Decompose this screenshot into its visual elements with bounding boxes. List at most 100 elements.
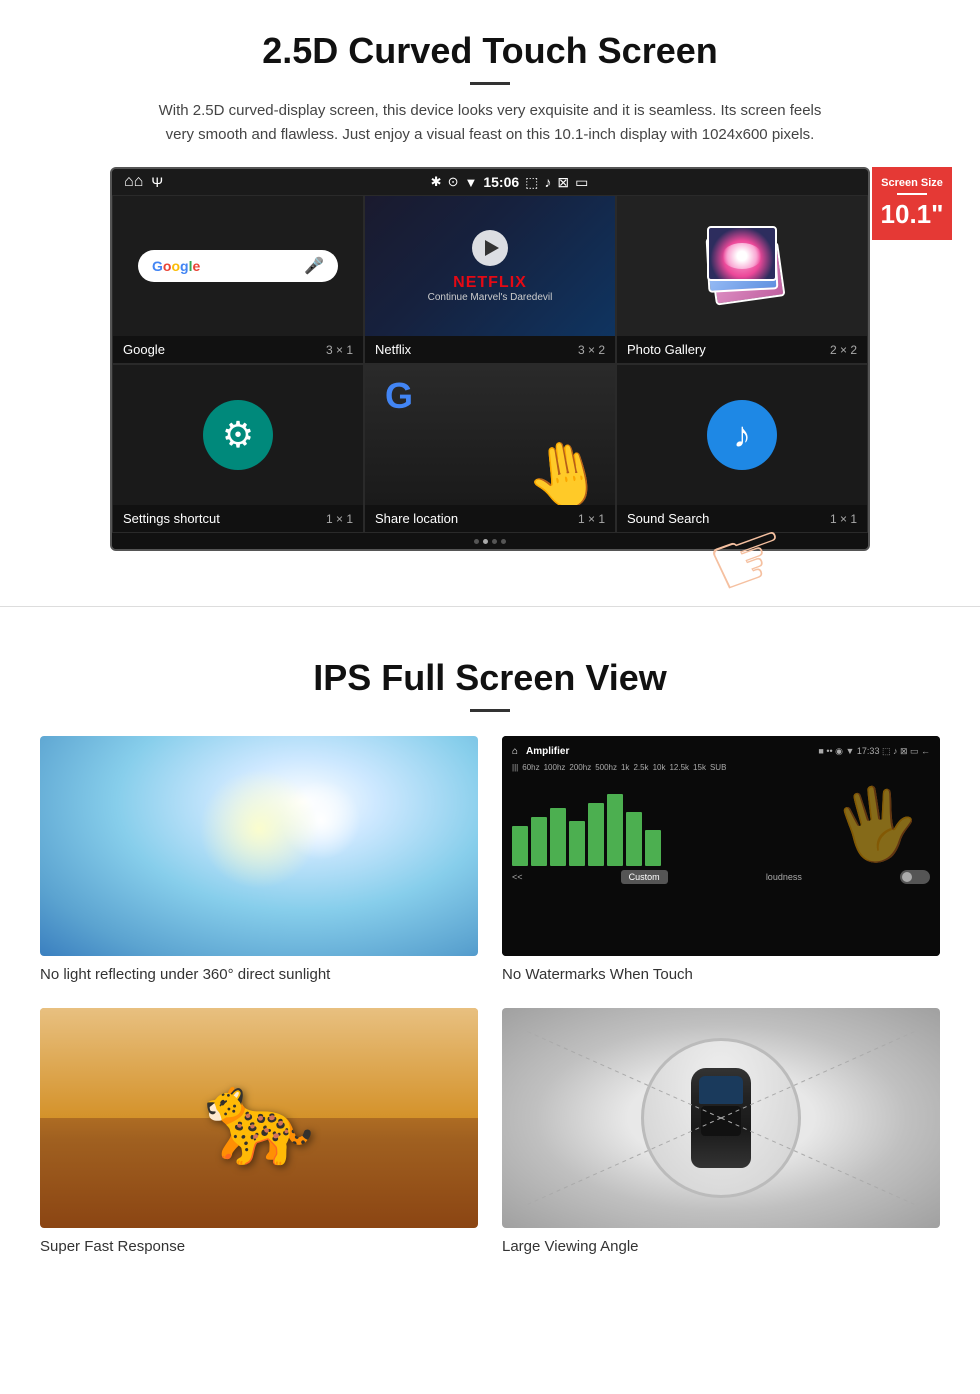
share-location-size: 1 × 1 xyxy=(578,512,605,526)
netflix-brand-text: NETFLIX xyxy=(453,274,527,292)
dot-3 xyxy=(492,539,497,544)
feature-viewing-angle-image xyxy=(502,1008,940,1228)
location-icon: ⊙ xyxy=(448,174,459,190)
feature-sunlight-label: No light reflecting under 360° direct su… xyxy=(40,966,330,983)
photo-flower xyxy=(707,226,777,281)
grid-cell-netflix[interactable]: NETFLIX Continue Marvel's Daredevil Netf… xyxy=(364,195,616,364)
feature-watermarks-image: ⌂ Amplifier ■ •• ◉ ▼ 17:33 ⬚ ♪ ⊠ ▭ ← |||… xyxy=(502,736,940,956)
settings-icon-circle: ⚙ xyxy=(203,400,273,470)
status-time: 15:06 xyxy=(483,174,519,190)
camera-icon: ⬚ xyxy=(525,174,538,191)
screen-size-value: 10.1" xyxy=(881,199,944,229)
section-ips-screen: IPS Full Screen View No light reflecting… xyxy=(0,637,980,1286)
screen-size-label: Screen Size xyxy=(878,177,946,189)
car-body xyxy=(691,1068,751,1168)
dot-4 xyxy=(501,539,506,544)
gallery-name: Photo Gallery xyxy=(627,342,706,357)
usb-icon: Ψ xyxy=(151,174,163,190)
hand-pointer-overlay: ☞ xyxy=(709,506,790,611)
device-frame: ⌂ Ψ ✱ ⊙ ▼ 15:06 ⬚ ♪ ⊠ ▭ xyxy=(110,167,870,551)
pointing-hand-icon: ☞ xyxy=(694,495,806,621)
status-left: ⌂ Ψ xyxy=(124,173,163,191)
google-mic-icon: 🎤 xyxy=(304,256,324,276)
feature-fast-response-label: Super Fast Response xyxy=(40,1238,185,1255)
car-circle xyxy=(641,1038,801,1198)
section2-title: IPS Full Screen View xyxy=(40,657,940,699)
share-location-content: G 🤚 xyxy=(365,365,615,505)
dot-1 xyxy=(474,539,479,544)
car-visual xyxy=(502,1008,940,1228)
sound-search-bg: ♪ xyxy=(617,365,867,505)
netflix-cell-label: Netflix 3 × 2 xyxy=(365,336,615,363)
sunlight-visual xyxy=(40,736,478,956)
gear-icon: ⚙ xyxy=(222,414,254,456)
screen-size-badge: Screen Size 10.1" xyxy=(872,167,952,240)
status-center: ✱ ⊙ ▼ 15:06 ⬚ ♪ ⊠ ▭ xyxy=(431,174,589,191)
window-icon: ▭ xyxy=(575,174,588,191)
settings-cell-content: ⚙ xyxy=(113,365,363,505)
netflix-subtitle-text: Continue Marvel's Daredevil xyxy=(428,292,553,303)
feature-fast-response-image: 🐆 xyxy=(40,1008,478,1228)
settings-name: Settings shortcut xyxy=(123,511,220,526)
share-location-bg: G 🤚 xyxy=(365,365,615,505)
section1-title: 2.5D Curved Touch Screen xyxy=(60,30,920,72)
feature-watermarks-label: No Watermarks When Touch xyxy=(502,966,693,983)
device-wrapper: ⌂ Ψ ✱ ⊙ ▼ 15:06 ⬚ ♪ ⊠ ▭ xyxy=(110,167,870,551)
netflix-name: Netflix xyxy=(375,342,411,357)
close-icon: ⊠ xyxy=(557,174,569,191)
play-triangle xyxy=(485,240,499,256)
grid-cell-google[interactable]: Google 🎤 Google 3 × 1 xyxy=(112,195,364,364)
volume-icon: ♪ xyxy=(544,174,551,190)
share-location-label: Share location 1 × 1 xyxy=(365,505,615,532)
google-logo: Google xyxy=(152,258,200,274)
feature-grid: No light reflecting under 360° direct su… xyxy=(40,736,940,1256)
grid-cell-settings[interactable]: ⚙ Settings shortcut 1 × 1 xyxy=(112,364,364,533)
maps-g-icon: G xyxy=(385,375,413,417)
car-windshield xyxy=(699,1076,743,1104)
netflix-bg: NETFLIX Continue Marvel's Daredevil xyxy=(365,196,615,336)
settings-size: 1 × 1 xyxy=(326,512,353,526)
device-status-bar: ⌂ Ψ ✱ ⊙ ▼ 15:06 ⬚ ♪ ⊠ ▭ xyxy=(112,169,868,195)
app-grid: Google 🎤 Google 3 × 1 xyxy=(112,195,868,533)
google-cell-content: Google 🎤 xyxy=(113,196,363,336)
grid-cell-gallery[interactable]: Photo Gallery 2 × 2 xyxy=(616,195,868,364)
sound-search-content: ♪ xyxy=(617,365,867,505)
section1-description: With 2.5D curved-display screen, this de… xyxy=(150,99,830,147)
gallery-cell-content xyxy=(617,196,867,336)
netflix-cell-content: NETFLIX Continue Marvel's Daredevil xyxy=(365,196,615,336)
music-note-icon: ♪ xyxy=(733,414,751,456)
badge-divider xyxy=(897,193,927,195)
gallery-size: 2 × 2 xyxy=(830,343,857,357)
feature-sunlight: No light reflecting under 360° direct su… xyxy=(40,736,478,984)
google-size: 3 × 1 xyxy=(326,343,353,357)
car-roof xyxy=(701,1106,741,1136)
photo-stack xyxy=(702,226,782,306)
settings-cell-label: Settings shortcut 1 × 1 xyxy=(113,505,363,532)
settings-bg: ⚙ xyxy=(113,365,363,505)
hand-touch-icon: 🤚 xyxy=(519,432,611,505)
feature-viewing-angle-label: Large Viewing Angle xyxy=(502,1238,639,1255)
grid-cell-share-location[interactable]: G 🤚 Share location 1 × 1 xyxy=(364,364,616,533)
signal-icon: ▼ xyxy=(464,175,477,190)
feature-watermarks: ⌂ Amplifier ■ •• ◉ ▼ 17:33 ⬚ ♪ ⊠ ▭ ← |||… xyxy=(502,736,940,984)
share-location-name: Share location xyxy=(375,511,458,526)
netflix-play-button[interactable] xyxy=(472,230,508,266)
section-curved-screen: 2.5D Curved Touch Screen With 2.5D curve… xyxy=(0,0,980,576)
feature-sunlight-image xyxy=(40,736,478,956)
gallery-bg xyxy=(617,196,867,336)
cheetah-icon: 🐆 xyxy=(203,1066,315,1171)
sound-search-size: 1 × 1 xyxy=(830,512,857,526)
title-divider xyxy=(470,82,510,85)
section-divider-line xyxy=(0,606,980,607)
google-name: Google xyxy=(123,342,165,357)
dot-2 xyxy=(483,539,488,544)
feature-fast-response: 🐆 Super Fast Response xyxy=(40,1008,478,1256)
google-search-bar[interactable]: Google 🎤 xyxy=(138,250,338,282)
feature-viewing-angle: Large Viewing Angle xyxy=(502,1008,940,1256)
section2-divider xyxy=(470,709,510,712)
gallery-cell-label: Photo Gallery 2 × 2 xyxy=(617,336,867,363)
bluetooth-icon: ✱ xyxy=(431,174,442,190)
cheetah-visual: 🐆 xyxy=(40,1008,478,1228)
home-icon: ⌂ xyxy=(124,173,143,191)
sound-icon-circle: ♪ xyxy=(707,400,777,470)
